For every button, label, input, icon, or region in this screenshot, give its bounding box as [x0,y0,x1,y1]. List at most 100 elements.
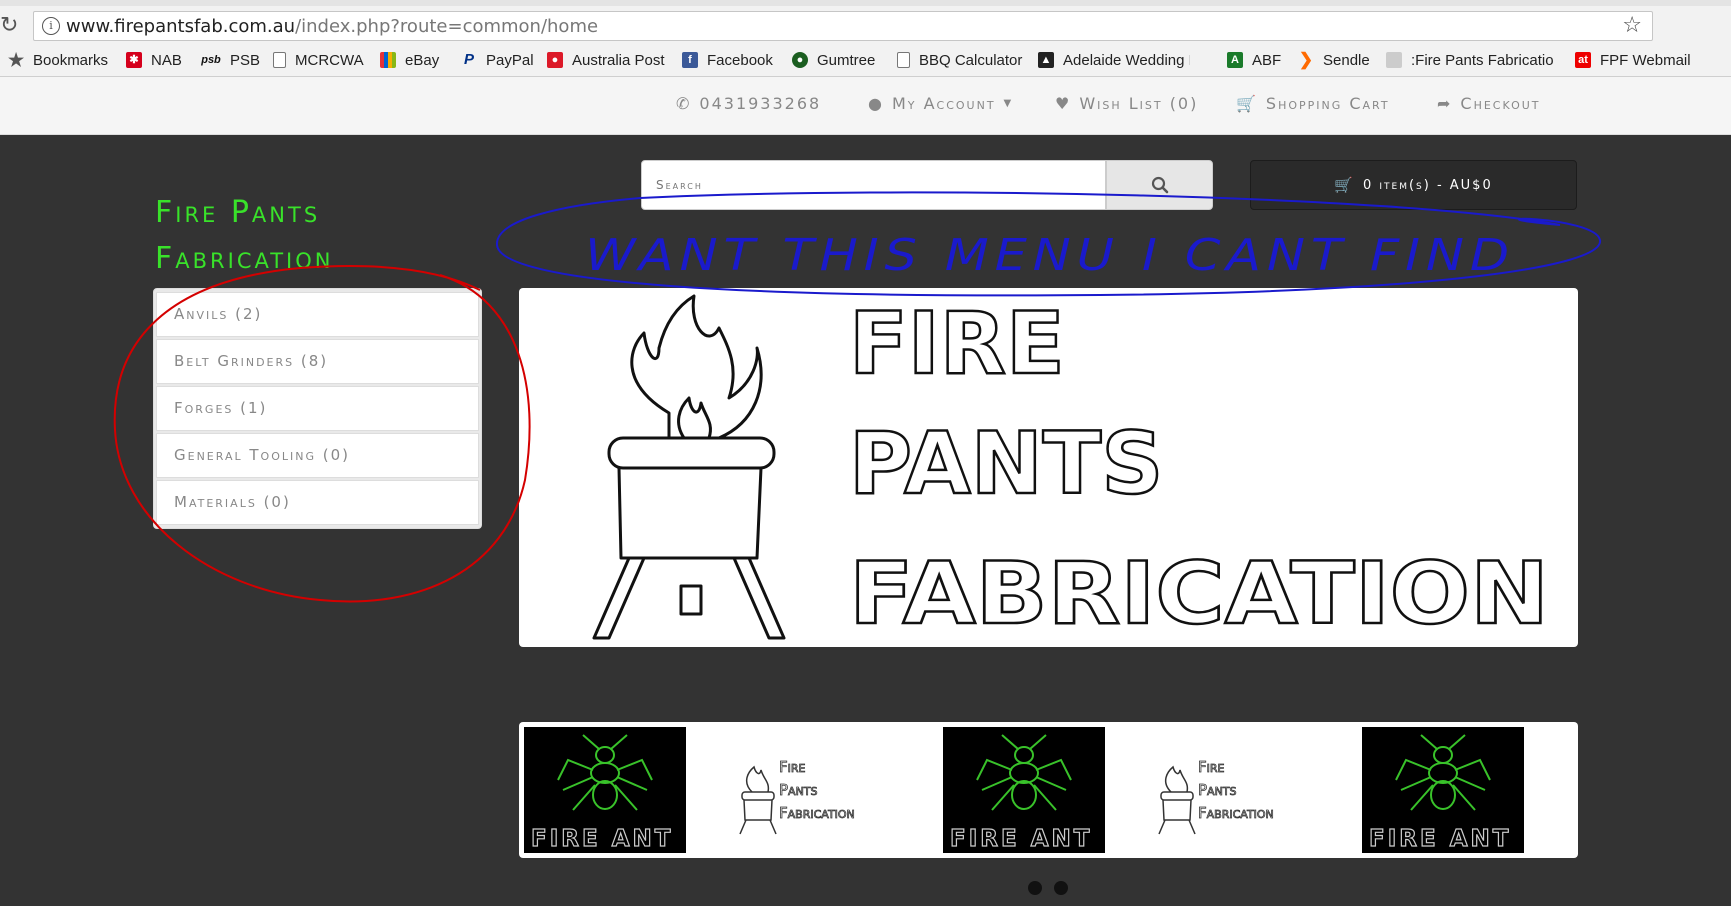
gumtree-icon: ● [792,52,808,68]
url-text[interactable]: www.firepantsfab.com.au/index.php?route=… [66,16,598,37]
address-bar[interactable]: i www.firepantsfab.com.au/index.php?rout… [33,11,1653,41]
ebay-icon [380,52,396,68]
bookmark-label: eBay [405,51,440,69]
bookmark-australia-post[interactable]: ● Australia Post [547,48,665,72]
bookmark-label: Sendle [1323,51,1370,69]
bookmark-label: MCRCWA [295,51,364,69]
annotation-text: WANT THIS MENU I CANT FIND [585,230,1515,281]
user-icon: ● [868,94,884,113]
bookmark-fire-pants[interactable]: :Fire Pants Fabrication [1386,48,1553,72]
fire-ant-logo: FIRE ANT [524,727,686,853]
bookmarks-bar: ★ Bookmarks ✱ NAB psb PSB MCRCWA eBay P PayP… [0,48,1731,74]
bookmark-facebook[interactable]: f Facebook [682,48,773,72]
url-host: www.firepantsfab.com.au [66,16,296,37]
bookmark-label: PayPal [486,51,534,69]
checkout-label: Checkout [1460,94,1541,113]
url-path: /index.php?route=common/home [295,16,599,37]
abf-icon: A [1227,52,1243,68]
bookmark-fpf-webmail[interactable]: at FPF Webmail [1575,48,1691,72]
facebook-icon: f [682,52,698,68]
wish-list-link[interactable]: ♥ Wish List (0) [1055,94,1198,113]
category-item[interactable]: Belt Grinders (8) [156,339,479,384]
my-account-link[interactable]: ● My Account ▼ [868,94,1013,113]
category-item[interactable]: Materials (0) [156,480,479,525]
bookmark-ebay[interactable]: eBay [380,48,439,72]
bookmark-label: :Fire Pants Fabrication [1411,51,1553,69]
share-icon: ➦ [1437,94,1453,113]
sendle-icon: ❯ [1298,50,1314,69]
webmail-icon: at [1575,52,1591,68]
wedding-icon: ▲ [1038,52,1054,68]
bookmark-label: NAB [151,51,182,69]
fpf-logo: Fire Pants Fabrication [1158,758,1274,835]
fire-ant-text: FIRE ANT [1369,826,1511,852]
category-item[interactable]: Forges (1) [156,386,479,431]
partner-carousel[interactable]: FIRE ANT Fire Pants Fabrication FIRE ANT… [519,722,1578,858]
bookmark-label: Gumtree [817,51,876,69]
bookmark-label: PSB [230,51,261,69]
search-button[interactable] [1106,160,1213,210]
fire-ant-logo: FIRE ANT [1362,727,1524,853]
bookmark-gumtree[interactable]: ● Gumtree [792,48,875,72]
fpf-line3: Fabrication [779,804,855,822]
info-icon[interactable]: i [42,17,60,35]
paypal-icon: P [463,51,474,68]
tab-strip [0,0,1731,6]
bookmark-label: Facebook [707,51,773,69]
shopping-cart-link[interactable]: 🛒 Shopping Cart [1236,94,1390,113]
phone-number: 0431933268 [699,94,822,113]
cart-icon: 🛒 [1334,176,1355,194]
bookmark-abf[interactable]: A ABF [1227,48,1281,72]
page-icon [897,52,910,68]
wish-list-label: Wish List (0) [1079,94,1199,113]
store-name-line1: Fire Pants [155,195,321,230]
bookmark-star-icon[interactable]: ☆ [1622,13,1642,38]
nab-icon: ✱ [126,52,142,68]
auspost-icon: ● [547,52,563,68]
bookmark-nab[interactable]: ✱ NAB [126,48,182,72]
fpf-line1: Fire [1198,758,1225,776]
psb-icon: psb [201,54,221,66]
fpf-icon [1386,52,1402,68]
bookmark-label: ABF [1252,51,1282,69]
bookmark-bbq-calculator[interactable]: BBQ Calculator [897,48,1022,72]
bookmark-psb[interactable]: psb PSB [201,48,260,72]
phone-link[interactable]: ✆ 0431933268 [676,94,821,113]
fpf-line2: Pants [779,781,818,799]
search-input[interactable] [641,160,1106,210]
bookmark-label: Adelaide Wedding Ph [1063,51,1190,69]
store-name-line2: Fabrication [155,241,334,276]
search-group [641,160,1213,210]
caret-down-icon: ▼ [1003,98,1014,109]
bookmark-label: Australia Post [572,51,665,69]
bookmark-label: BBQ Calculator [919,51,1023,69]
category-list: Anvils (2) Belt Grinders (8) Forges (1) … [153,288,482,529]
fpf-line1: Fire [779,758,806,776]
hero-banner[interactable]: FIRE PANTS FABRICATION [519,288,1578,647]
fire-pants-logo-image: FIRE PANTS FABRICATION [592,293,1550,645]
carousel-dot-1[interactable] [1028,881,1042,895]
carousel-dot-2[interactable] [1054,881,1068,895]
bookmark-label: Bookmarks [33,51,109,69]
category-item[interactable]: General Tooling (0) [156,433,479,478]
fpf-logo: Fire Pants Fabrication [739,758,855,835]
reload-icon[interactable]: ↻ [0,14,20,38]
fire-ant-text: FIRE ANT [531,826,673,852]
phone-icon: ✆ [676,94,692,113]
browser-chrome: ↻ i www.firepantsfab.com.au/index.php?ro… [0,0,1731,77]
category-item[interactable]: Anvils (2) [156,292,479,337]
bookmark-mcrcwa[interactable]: MCRCWA [273,48,364,72]
bookmark-sendle[interactable]: ❯ Sendle [1298,48,1370,72]
star-icon: ★ [8,50,25,70]
bookmark-paypal[interactable]: P PayPal [461,48,534,72]
bookmark-label: FPF Webmail [1600,51,1691,69]
bookmark-bookmarks[interactable]: ★ Bookmarks [8,48,108,72]
fpf-line2: Pants [1198,781,1237,799]
fire-ant-text: FIRE ANT [950,826,1092,852]
fire-ant-logo: FIRE ANT [943,727,1105,853]
cart-button[interactable]: 🛒 0 item(s) - AU$0 [1250,160,1577,210]
shopping-cart-label: Shopping Cart [1265,94,1390,113]
store-logo-link[interactable]: Fire Pants Fabrication [155,190,333,282]
bookmark-adelaide-wedding[interactable]: ▲ Adelaide Wedding Ph [1038,48,1190,72]
checkout-link[interactable]: ➦ Checkout [1437,94,1541,113]
